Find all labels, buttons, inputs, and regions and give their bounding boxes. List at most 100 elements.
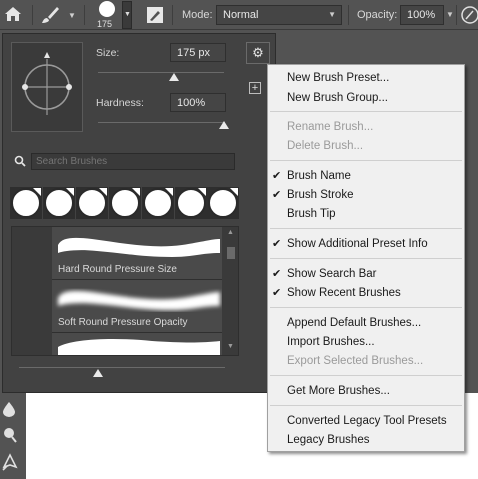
pen-tool-icon[interactable] [2, 453, 18, 474]
pressure-opacity-icon[interactable] [460, 5, 478, 28]
home-icon[interactable] [4, 6, 22, 25]
menu-item-label: Append Default Brushes... [287, 317, 422, 329]
list-item[interactable]: Soft Round Pressure Opacity [52, 280, 222, 333]
menu-item[interactable]: Get More Brushes... [268, 384, 464, 400]
menu-separator [270, 111, 462, 112]
menu-item[interactable]: Converted Legacy Tool Presets [268, 414, 464, 430]
menu-item[interactable]: Append Default Brushes... [268, 316, 464, 332]
menu-item-label: Brush Tip [287, 208, 336, 220]
brush-preset-picker[interactable]: 175 ▼ [94, 0, 134, 30]
recent-brush-thumbnail[interactable] [76, 187, 108, 219]
hardness-slider-thumb[interactable] [219, 121, 229, 129]
menu-item[interactable]: ✔ Brush Name [268, 169, 464, 185]
size-slider-thumb[interactable] [168, 73, 179, 81]
hardness-field[interactable]: 100% [170, 93, 226, 112]
checkmark-icon: ✔ [272, 189, 282, 201]
size-slider-track[interactable] [98, 72, 224, 73]
list-scrollbar[interactable]: ▲ ▼ [224, 227, 238, 355]
menu-separator [270, 160, 462, 161]
menu-item-label: Export Selected Brushes... [287, 355, 424, 367]
preview-size-slider-thumb[interactable] [93, 369, 103, 377]
hardness-label: Hardness: [96, 97, 144, 109]
search-icon [14, 155, 26, 170]
brush-angle-roundness-preview[interactable] [11, 42, 83, 132]
menu-item[interactable]: New Brush Group... [268, 91, 464, 107]
menu-item-label: Delete Brush... [287, 140, 364, 152]
menu-item[interactable]: ✔ Show Recent Brushes [268, 286, 464, 302]
tools-panel [0, 393, 26, 479]
size-value: 175 px [177, 47, 211, 59]
size-field[interactable]: 175 px [170, 43, 226, 62]
gear-icon[interactable]: ⚙ [246, 42, 270, 64]
opacity-field[interactable]: 100% [400, 5, 444, 25]
list-item[interactable] [52, 333, 222, 355]
menu-item[interactable]: ✔ Show Search Bar [268, 267, 464, 283]
opacity-label: Opacity: [357, 9, 398, 21]
scroll-up-icon[interactable]: ▲ [227, 229, 234, 236]
hardness-slider-track[interactable] [98, 122, 224, 123]
hardness-value: 100% [177, 97, 206, 109]
menu-separator [270, 375, 462, 376]
menu-item-label: Show Search Bar [287, 268, 377, 280]
search-brushes-input[interactable] [31, 153, 235, 170]
recent-brush-thumbnail[interactable] [10, 187, 42, 219]
scroll-down-icon[interactable]: ▼ [227, 343, 234, 350]
brush-tip-preview [99, 1, 115, 17]
mode-label: Mode: [182, 9, 213, 21]
chevron-down-icon[interactable]: ▼ [446, 10, 454, 19]
brush-name: Soft Round Pressure Opacity [58, 317, 188, 328]
recent-brush-thumbnail[interactable] [207, 187, 239, 219]
chevron-down-icon[interactable]: ▼ [68, 11, 76, 20]
menu-item-label: New Brush Group... [287, 92, 388, 104]
list-item[interactable]: Hard Round Pressure Size [52, 227, 222, 280]
scrollbar-thumb[interactable] [227, 247, 235, 259]
menu-item[interactable]: New Brush Preset... [268, 71, 464, 87]
menu-item: Delete Brush... [268, 139, 464, 155]
checkmark-icon: ✔ [272, 268, 282, 280]
mode-value: Normal [223, 9, 259, 21]
brush-tool-icon[interactable] [40, 6, 60, 27]
menu-separator [270, 307, 462, 308]
menu-item-label: Converted Legacy Tool Presets [287, 415, 447, 427]
recent-brush-thumbnail[interactable] [142, 187, 174, 219]
soft-round-stroke-preview [58, 290, 220, 310]
recent-brush-thumbnail[interactable] [43, 187, 75, 219]
brush-preset-list: Hard Round Pressure Size Soft Round Pres… [11, 226, 239, 356]
angle-roundness-icon [22, 52, 72, 115]
menu-item-label: Get More Brushes... [287, 385, 390, 397]
brush-size-readout: 175 [97, 19, 113, 29]
checkmark-icon: ✔ [272, 238, 282, 250]
menu-item[interactable]: Import Brushes... [268, 335, 464, 351]
hard-round-stroke-preview [58, 237, 220, 257]
menu-item[interactable]: ✔ Show Additional Preset Info [268, 237, 464, 253]
checkmark-icon: ✔ [272, 287, 282, 299]
blur-tool-icon[interactable] [2, 401, 16, 420]
menu-item[interactable]: Legacy Brushes [268, 433, 464, 449]
menu-item[interactable]: ✔ Brush Stroke [268, 188, 464, 204]
menu-item-label: New Brush Preset... [287, 72, 390, 84]
opacity-value: 100% [407, 9, 436, 21]
brush-preset-panel: Size: 175 px ⚙ Hardness: 100% + Hard Rou… [2, 33, 276, 393]
chevron-down-icon: ▼ [328, 10, 336, 19]
menu-item[interactable]: Brush Tip [268, 207, 464, 223]
recent-brush-thumbnail[interactable] [109, 187, 141, 219]
size-label: Size: [96, 47, 120, 59]
mode-select[interactable]: Normal ▼ [216, 5, 342, 25]
menu-item-label: Rename Brush... [287, 121, 374, 133]
menu-item-label: Show Additional Preset Info [287, 238, 428, 250]
brush-panel-flyout-menu: New Brush Preset... New Brush Group... Ren… [267, 64, 465, 452]
brush-settings-panel-icon[interactable] [146, 6, 164, 27]
menu-item-label: Brush Name [287, 170, 351, 182]
menu-separator [270, 228, 462, 229]
add-brush-icon[interactable]: + [249, 82, 261, 94]
dodge-tool-icon[interactable] [2, 427, 18, 446]
menu-item-label: Brush Stroke [287, 189, 354, 201]
menu-item: Rename Brush... [268, 120, 464, 136]
preview-size-slider-track[interactable] [19, 367, 225, 368]
menu-item-label: Show Recent Brushes [287, 287, 401, 299]
recent-brush-thumbnail[interactable] [175, 187, 207, 219]
menu-item-label: Import Brushes... [287, 336, 375, 348]
list-group-gutter [12, 227, 52, 355]
brush-picker-toggle[interactable]: ▼ [122, 1, 132, 29]
brush-name: Hard Round Pressure Size [58, 264, 177, 275]
